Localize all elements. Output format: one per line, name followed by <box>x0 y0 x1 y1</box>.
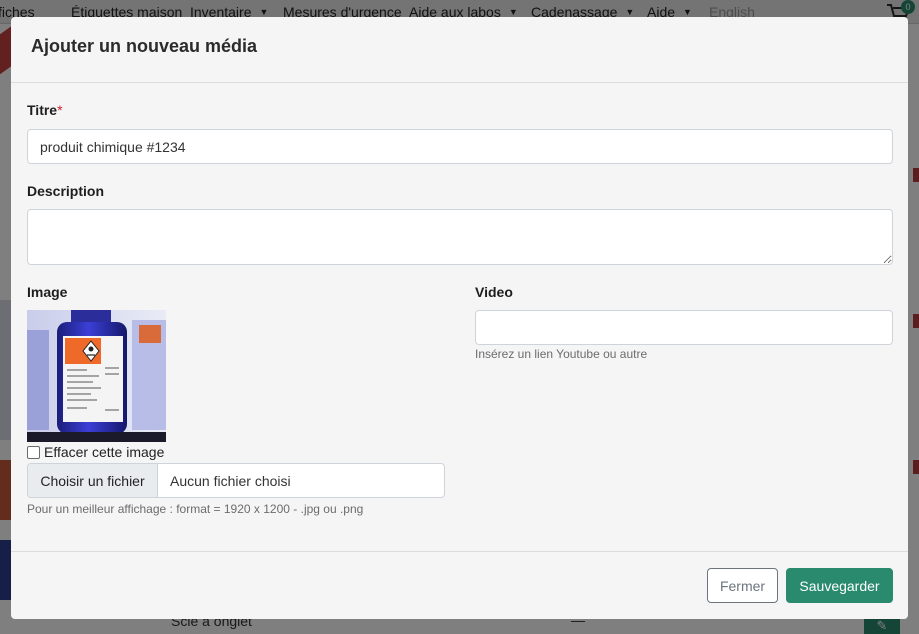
description-field-label: Description <box>27 183 105 199</box>
image-field-label: Image <box>27 284 68 300</box>
modal-title: Ajouter un nouveau média <box>31 36 258 56</box>
clear-image-checkbox[interactable] <box>27 445 40 459</box>
image-file-input[interactable]: Choisir un fichier Aucun fichier choisi <box>27 463 445 498</box>
video-help-text: Insérez un lien Youtube ou autre <box>475 347 648 361</box>
no-file-chosen-text: Aucun fichier choisi <box>170 472 291 489</box>
image-help-text: Pour un meilleur affichage : format = 19… <box>27 502 364 516</box>
clear-image-label: Effacer cette image <box>44 444 165 460</box>
required-mark: * <box>57 102 63 118</box>
video-url-input[interactable] <box>475 310 893 345</box>
modal-header: Ajouter un nouveau média <box>11 17 908 83</box>
save-button[interactable]: Sauvegarder <box>786 568 893 603</box>
close-button[interactable]: Fermer <box>707 568 778 603</box>
choose-file-button[interactable]: Choisir un fichier <box>28 464 158 497</box>
description-textarea[interactable] <box>27 209 893 265</box>
title-input[interactable] <box>27 129 893 164</box>
bottle-image <box>27 310 166 442</box>
video-field-label: Video <box>475 284 513 300</box>
title-field-label: Titre* <box>27 102 63 118</box>
image-preview <box>27 310 166 442</box>
clear-image-row: Effacer cette image <box>27 444 164 460</box>
add-media-modal: Ajouter un nouveau média Titre* Descript… <box>11 17 908 619</box>
